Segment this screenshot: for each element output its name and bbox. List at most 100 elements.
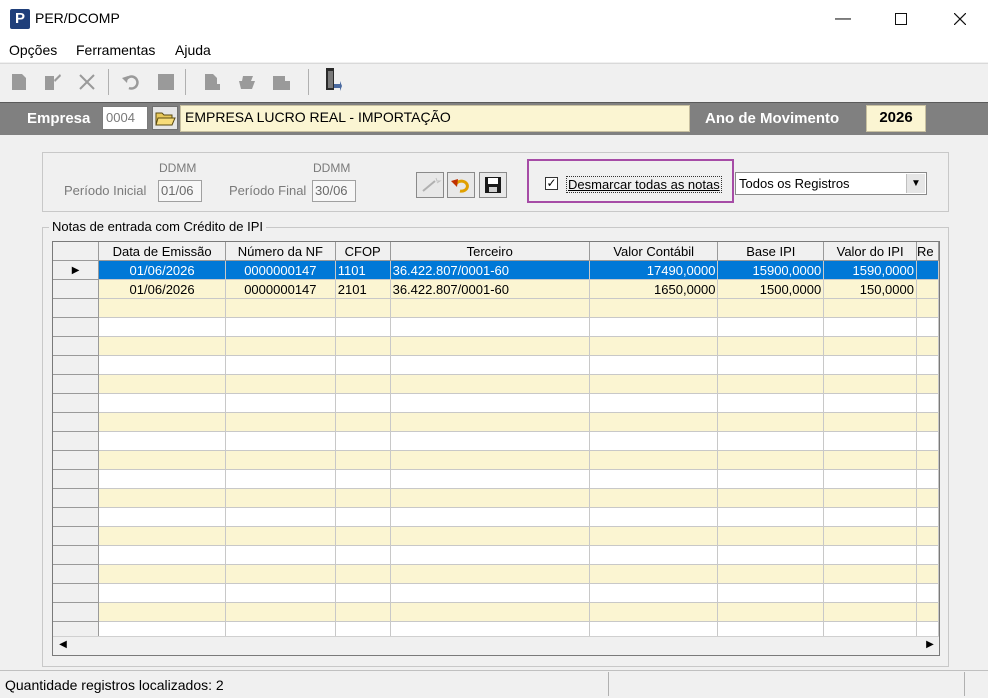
cell-terceiro[interactable]: 36.422.807/0001-60 [390, 279, 590, 299]
col-header-numero-nf[interactable]: Número da NF [225, 242, 336, 261]
empty-cell[interactable] [225, 564, 336, 584]
empty-cell[interactable] [225, 317, 336, 337]
minimize-button[interactable]: — [820, 0, 866, 38]
empty-cell[interactable] [225, 374, 336, 394]
empty-cell[interactable] [916, 526, 939, 546]
cell-numero-nf[interactable]: 0000000147 [225, 260, 336, 280]
empty-cell[interactable] [717, 431, 825, 451]
empty-cell[interactable] [390, 526, 590, 546]
empty-cell[interactable] [916, 602, 939, 622]
empty-cell[interactable] [589, 450, 719, 470]
cell-re[interactable] [916, 260, 939, 280]
cell-data-emissao[interactable]: 01/06/2026 [98, 279, 226, 299]
empty-cell[interactable] [335, 488, 391, 508]
empty-cell[interactable] [717, 602, 825, 622]
empty-cell[interactable] [916, 298, 939, 318]
empty-cell[interactable] [916, 431, 939, 451]
empty-cell[interactable] [225, 602, 336, 622]
col-header-cfop[interactable]: CFOP [335, 242, 391, 261]
empty-cell[interactable] [717, 412, 825, 432]
print-icon[interactable] [237, 72, 257, 92]
empty-cell[interactable] [335, 583, 391, 603]
new-document-icon[interactable] [9, 72, 29, 92]
table-row[interactable]: ▶ 01/06/2026 0000000147 1101 36.422.807/… [53, 260, 939, 280]
empty-cell[interactable] [823, 298, 917, 318]
notas-grid[interactable]: Data de Emissão Número da NF CFOP Tercei… [52, 241, 940, 656]
reset-button[interactable] [447, 172, 475, 198]
empty-cell[interactable] [225, 298, 336, 318]
menu-ferramentas[interactable]: Ferramentas [76, 42, 155, 58]
empty-cell[interactable] [589, 317, 719, 337]
empty-table-row[interactable] [53, 298, 939, 318]
empty-cell[interactable] [98, 469, 226, 489]
empty-table-row[interactable] [53, 393, 939, 413]
exit-door-icon[interactable] [322, 67, 342, 95]
empty-cell[interactable] [916, 507, 939, 527]
empty-cell[interactable] [390, 298, 590, 318]
empty-cell[interactable] [225, 507, 336, 527]
empty-cell[interactable] [717, 469, 825, 489]
empty-cell[interactable] [390, 393, 590, 413]
chevron-down-icon[interactable]: ▼ [906, 174, 925, 193]
edit-document-icon[interactable] [42, 72, 62, 92]
empty-cell[interactable] [335, 412, 391, 432]
table-row[interactable]: 01/06/2026 0000000147 2101 36.422.807/00… [53, 279, 939, 299]
empty-cell[interactable] [823, 355, 917, 375]
empty-table-row[interactable] [53, 526, 939, 546]
empty-table-row[interactable] [53, 545, 939, 565]
empty-cell[interactable] [916, 450, 939, 470]
empty-cell[interactable] [717, 583, 825, 603]
empty-cell[interactable] [335, 545, 391, 565]
cell-cfop[interactable]: 1101 [335, 260, 391, 280]
empty-cell[interactable] [717, 564, 825, 584]
save-button[interactable] [479, 172, 507, 198]
cell-valor-contabil[interactable]: 1650,0000 [589, 279, 719, 299]
empty-cell[interactable] [390, 545, 590, 565]
empty-cell[interactable] [823, 564, 917, 584]
empty-cell[interactable] [225, 450, 336, 470]
periodo-final-input[interactable]: 30/06 [312, 180, 356, 202]
empty-cell[interactable] [390, 450, 590, 470]
empty-cell[interactable] [335, 298, 391, 318]
empty-cell[interactable] [589, 602, 719, 622]
ano-movimento-field[interactable]: 2026 [866, 105, 926, 132]
scroll-left-icon[interactable]: ◀ [55, 637, 71, 653]
empty-cell[interactable] [823, 602, 917, 622]
empty-cell[interactable] [717, 336, 825, 356]
empty-cell[interactable] [916, 469, 939, 489]
empty-cell[interactable] [390, 317, 590, 337]
empty-table-row[interactable] [53, 317, 939, 337]
empresa-code-field[interactable]: 0004 [102, 106, 148, 130]
empty-cell[interactable] [823, 431, 917, 451]
cell-cfop[interactable]: 2101 [335, 279, 391, 299]
empty-table-row[interactable] [53, 355, 939, 375]
cell-valor-contabil[interactable]: 17490,0000 [589, 260, 719, 280]
col-header-terceiro[interactable]: Terceiro [390, 242, 590, 261]
menu-ajuda[interactable]: Ajuda [175, 42, 211, 58]
empty-cell[interactable] [390, 412, 590, 432]
col-header-base-ipi[interactable]: Base IPI [717, 242, 825, 261]
empty-cell[interactable] [916, 583, 939, 603]
empty-cell[interactable] [823, 583, 917, 603]
col-header-valor-contabil[interactable]: Valor Contábil [589, 242, 719, 261]
empty-cell[interactable] [717, 526, 825, 546]
cell-base-ipi[interactable]: 1500,0000 [717, 279, 825, 299]
empty-cell[interactable] [717, 317, 825, 337]
empty-cell[interactable] [916, 317, 939, 337]
empty-cell[interactable] [589, 393, 719, 413]
desmarcar-notas-checkbox[interactable]: ✓ [545, 177, 558, 190]
empty-cell[interactable] [916, 393, 939, 413]
empty-cell[interactable] [823, 526, 917, 546]
col-header-data-emissao[interactable]: Data de Emissão [98, 242, 226, 261]
empty-cell[interactable] [390, 374, 590, 394]
empty-cell[interactable] [98, 450, 226, 470]
empty-cell[interactable] [390, 507, 590, 527]
empty-table-row[interactable] [53, 507, 939, 527]
empty-cell[interactable] [717, 545, 825, 565]
col-header-valor-ipi[interactable]: Valor do IPI [823, 242, 917, 261]
empty-cell[interactable] [390, 564, 590, 584]
empty-cell[interactable] [916, 355, 939, 375]
search-button[interactable] [416, 172, 444, 198]
periodo-inicial-input[interactable]: 01/06 [158, 180, 202, 202]
empty-cell[interactable] [98, 431, 226, 451]
